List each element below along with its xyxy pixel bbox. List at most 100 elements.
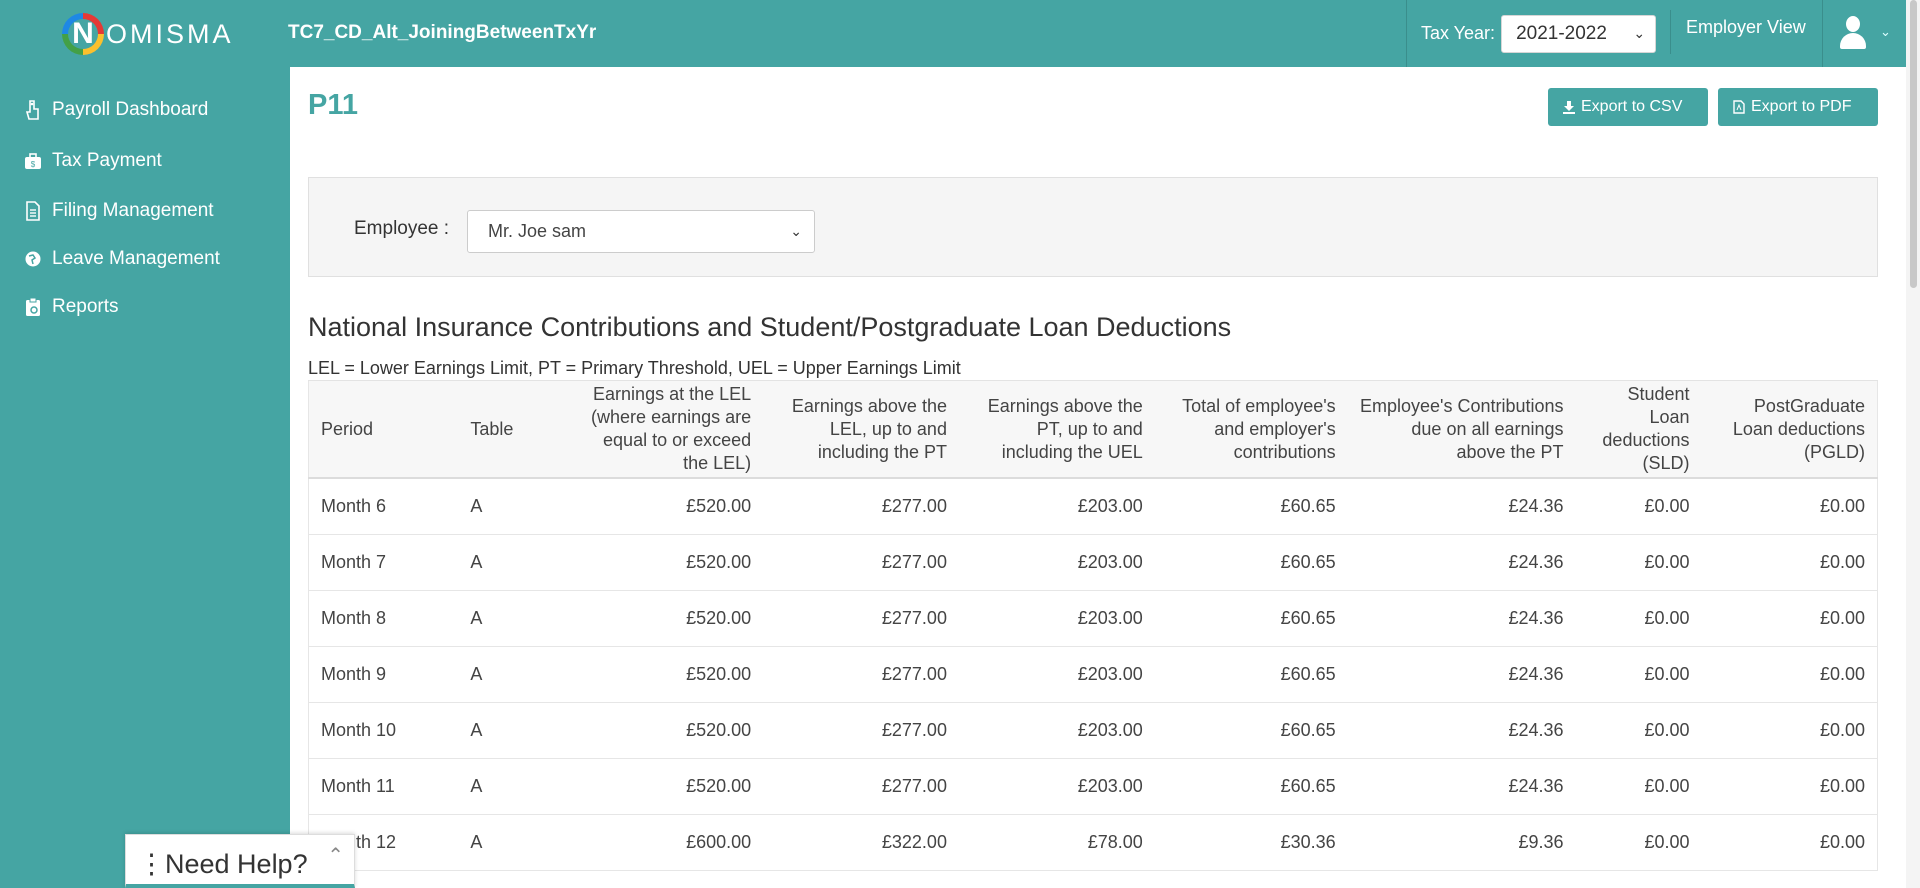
- table-row: Month 12 A £600.00 £322.00 £78.00 £30.36 £9.36…: [308, 814, 1878, 871]
- export-pdf-button[interactable]: Export to PDF: [1718, 88, 1878, 126]
- table-row: Month 10 A £520.00 £277.00 £203.00 £60.65 £24.…: [308, 702, 1878, 759]
- table-cell: £277.00: [763, 758, 959, 815]
- table-cell: £277.00: [763, 702, 959, 759]
- table-cell: £322.00: [763, 814, 959, 871]
- sidebar-item-tax-payment[interactable]: $ Tax Payment: [24, 150, 162, 172]
- sidebar-item-payroll-dashboard[interactable]: Payroll Dashboard: [24, 99, 208, 121]
- table-cell: £520.00: [563, 646, 764, 703]
- employee-select[interactable]: Mr. Joe sam ⌄: [467, 210, 815, 253]
- table-cell: £0.00: [1575, 814, 1702, 871]
- sidebar-item-filing-management[interactable]: Filing Management: [24, 200, 214, 222]
- column-header: Period: [308, 380, 459, 479]
- table-cell: £520.00: [563, 702, 764, 759]
- nic-table: Period Table Earnings at the LEL (where …: [308, 380, 1878, 871]
- table-cell: £203.00: [958, 646, 1155, 703]
- table-cell: Month 9: [308, 646, 459, 703]
- pdf-file-icon: [1733, 100, 1745, 114]
- table-cell: £60.65: [1154, 534, 1348, 591]
- table-cell: A: [458, 758, 564, 815]
- table-cell: Month 7: [308, 534, 459, 591]
- table-cell: A: [458, 646, 564, 703]
- sidebar-item-label: Reports: [52, 296, 119, 317]
- employee-filter-panel: Employee : Mr. Joe sam ⌄: [308, 177, 1878, 277]
- table-cell: £30.36: [1154, 814, 1348, 871]
- main-content: P11 Export to CSV Export to PDF Employee…: [290, 67, 1904, 888]
- table-row: Month 6 A £520.00 £277.00 £203.00 £60.65 £24.3…: [308, 478, 1878, 535]
- table-cell: £24.36: [1347, 758, 1576, 815]
- column-header: Earnings at the LEL (where earnings are …: [563, 380, 764, 479]
- table-cell: £9.36: [1347, 814, 1576, 871]
- sidebar-item-reports[interactable]: Reports: [24, 296, 119, 318]
- table-row: Month 8 A £520.00 £277.00 £203.00 £60.65 £24.3…: [308, 590, 1878, 647]
- briefcase-money-icon: $: [24, 151, 42, 171]
- company-name: TC7_CD_Alt_JoiningBetweenTxYr: [288, 22, 597, 43]
- chevron-down-icon[interactable]: ⌄: [1880, 24, 1891, 40]
- table-cell: £277.00: [763, 646, 959, 703]
- export-csv-label: Export to CSV: [1581, 98, 1683, 115]
- table-cell: £600.00: [563, 814, 764, 871]
- column-header: Earnings above the LEL, up to and includ…: [763, 380, 959, 479]
- sidebar-item-label: Filing Management: [52, 200, 214, 221]
- sidebar-item-label: Tax Payment: [52, 150, 162, 171]
- table-cell: £0.00: [1701, 478, 1878, 535]
- svg-text:$: $: [31, 160, 36, 169]
- table-row: Month 9 A £520.00 £277.00 £203.00 £60.65 £24.3…: [308, 646, 1878, 703]
- page-title: P11: [308, 89, 358, 121]
- table-cell: £203.00: [958, 758, 1155, 815]
- table-cell: £60.65: [1154, 646, 1348, 703]
- table-cell: A: [458, 590, 564, 647]
- table-cell: £0.00: [1701, 702, 1878, 759]
- tax-year-label: Tax Year:: [1421, 23, 1496, 43]
- logo-text: OMISMA: [106, 18, 234, 49]
- chevron-up-icon[interactable]: ⌃: [327, 843, 344, 868]
- page-scrollbar[interactable]: [1906, 0, 1920, 888]
- nomisma-logo[interactable]: N OMISMA: [62, 12, 234, 56]
- need-help-widget[interactable]: ⋮Need Help? ⌃: [125, 834, 355, 888]
- top-navbar: N OMISMA TC7_CD_Alt_JoiningBetweenTxYr T…: [0, 0, 1920, 67]
- table-cell: £0.00: [1575, 702, 1702, 759]
- table-header-row: Period Table Earnings at the LEL (where …: [308, 380, 1878, 479]
- table-cell: £203.00: [958, 590, 1155, 647]
- logo-mark: N: [62, 13, 104, 55]
- employee-label: Employee :: [354, 218, 450, 239]
- table-cell: Month 11: [308, 758, 459, 815]
- chevron-down-icon: ⌄: [790, 223, 802, 239]
- table-cell: £0.00: [1575, 478, 1702, 535]
- table-cell: £60.65: [1154, 590, 1348, 647]
- export-csv-button[interactable]: Export to CSV: [1548, 88, 1708, 126]
- table-cell: £24.36: [1347, 478, 1576, 535]
- table-cell: £24.36: [1347, 590, 1576, 647]
- sidebar-item-leave-management[interactable]: Leave Management: [24, 248, 220, 270]
- table-cell: £0.00: [1575, 646, 1702, 703]
- download-icon: [1563, 101, 1575, 114]
- table-row: Month 11 A £520.00 £277.00 £203.00 £60.65 £24.…: [308, 758, 1878, 815]
- table-cell: £0.00: [1575, 534, 1702, 591]
- table-cell: £24.36: [1347, 646, 1576, 703]
- table-cell: £520.00: [563, 758, 764, 815]
- table-cell: £0.00: [1575, 758, 1702, 815]
- divider: [1822, 0, 1823, 67]
- table-cell: £60.65: [1154, 758, 1348, 815]
- table-cell: A: [458, 534, 564, 591]
- tax-year-select[interactable]: 2021-2022 ⌄: [1501, 14, 1657, 53]
- table-cell: £0.00: [1701, 758, 1878, 815]
- need-help-label: ⋮Need Help?: [138, 849, 308, 879]
- employee-value: Mr. Joe sam: [488, 221, 587, 241]
- table-cell: Month 8: [308, 590, 459, 647]
- table-cell: £60.65: [1154, 702, 1348, 759]
- clipboard-icon: [24, 297, 42, 317]
- table-cell: A: [458, 478, 564, 535]
- abbreviation-legend: LEL = Lower Earnings Limit, PT = Primary…: [308, 358, 961, 378]
- table-cell: £0.00: [1701, 590, 1878, 647]
- section-title: National Insurance Contributions and Stu…: [308, 312, 1232, 342]
- divider: [1670, 10, 1671, 54]
- sidebar: Payroll Dashboard $ Tax Payment Filing M…: [0, 67, 290, 888]
- tax-year-selector: Tax Year: 2021-2022 ⌄: [1406, 0, 1657, 67]
- table-cell: A: [458, 814, 564, 871]
- table-cell: £520.00: [563, 534, 764, 591]
- column-header: Table: [458, 380, 564, 479]
- sidebar-item-label: Payroll Dashboard: [52, 99, 209, 120]
- employer-view-link[interactable]: Employer View: [1686, 17, 1806, 38]
- table-cell: £0.00: [1701, 646, 1878, 703]
- user-avatar-icon[interactable]: [1838, 16, 1868, 50]
